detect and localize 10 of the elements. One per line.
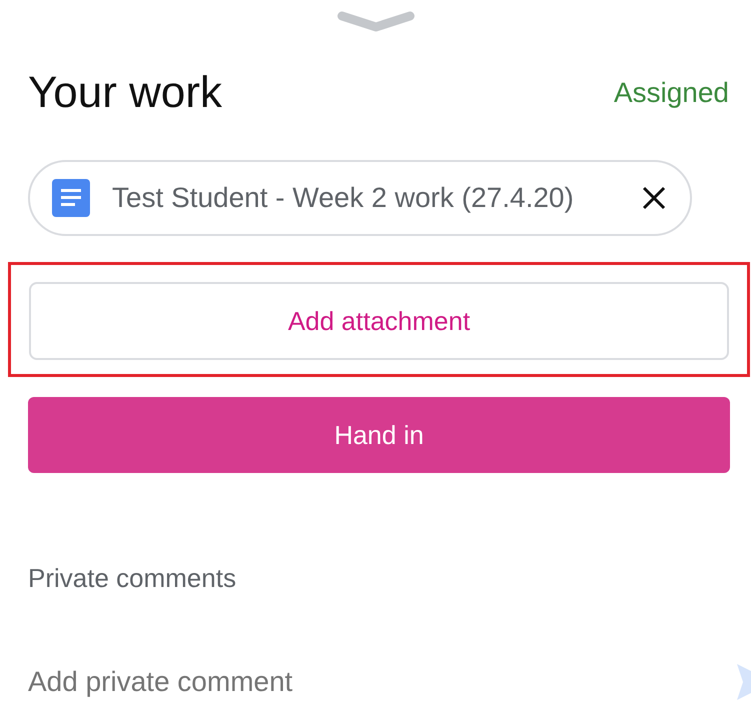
attachment-name: Test Student - Week 2 work (27.4.20) [112, 182, 575, 214]
section-title: Your work [28, 68, 222, 118]
chevron-down-icon[interactable] [336, 10, 416, 32]
status-label: Assigned [614, 77, 729, 109]
close-icon[interactable] [642, 186, 666, 210]
hand-in-button[interactable]: Hand in [28, 397, 730, 473]
attachment-chip[interactable]: Test Student - Week 2 work (27.4.20) [28, 160, 692, 236]
add-attachment-button[interactable]: Add attachment [29, 282, 729, 360]
section-heading: Private comments [28, 563, 238, 594]
document-icon [52, 179, 90, 217]
